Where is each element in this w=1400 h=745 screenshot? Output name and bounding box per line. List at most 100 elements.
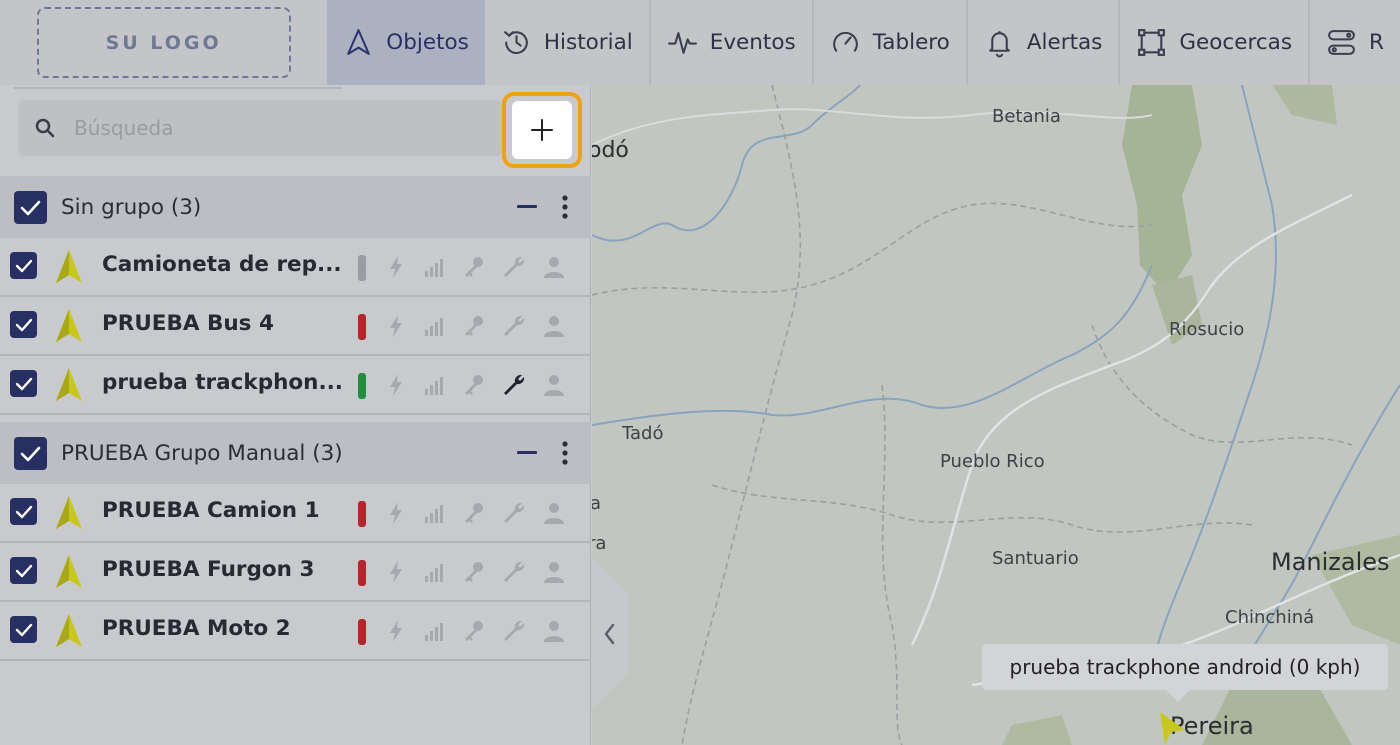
add-object-button[interactable]: [502, 92, 582, 168]
status-bar: [358, 314, 366, 340]
group-menu-icon[interactable]: [555, 439, 575, 467]
driver-icon: [544, 562, 564, 583]
tooltip-text: prueba trackphone android (0 kph): [1009, 655, 1361, 679]
logo-placeholder[interactable]: SU LOGO: [36, 7, 291, 78]
ignition-icon: [390, 561, 402, 583]
group-checkbox[interactable]: [14, 190, 47, 224]
vehicle-marker-icon[interactable]: [1157, 710, 1187, 745]
map-place-label: ra: [592, 533, 607, 554]
map-view[interactable]: odó Betania Riosucio Tadó Pueblo Rico Sa…: [592, 85, 1400, 745]
tab-alertas[interactable]: Alertas: [968, 0, 1121, 85]
map-place-label: Manizales: [1271, 548, 1390, 576]
object-name: PRUEBA Furgon 3: [102, 557, 315, 582]
status-bar: [358, 619, 366, 645]
key-icon: [465, 316, 483, 336]
object-checkbox[interactable]: [10, 616, 37, 643]
wrench-icon: [504, 502, 525, 523]
object-name: PRUEBA Moto 2: [102, 616, 291, 641]
object-checkbox[interactable]: [10, 370, 37, 397]
object-name: PRUEBA Camion 1: [102, 498, 320, 523]
group-menu-icon[interactable]: [555, 193, 575, 221]
object-checkbox[interactable]: [10, 311, 37, 338]
geofence-icon: [1138, 29, 1166, 56]
vehicle-marker-icon: [56, 368, 82, 401]
tab-eventos[interactable]: Eventos: [651, 0, 814, 85]
tab-historial[interactable]: Historial: [485, 0, 651, 85]
collapse-group-button[interactable]: [517, 205, 537, 208]
ignition-icon: [390, 620, 402, 642]
vehicle-marker-icon: [56, 614, 82, 647]
wrench-icon-active: [504, 374, 525, 395]
tab-label: R: [1369, 30, 1384, 55]
driver-icon: [544, 316, 564, 337]
group-header-prueba-grupo-manual[interactable]: PRUEBA Grupo Manual (3): [0, 422, 591, 484]
wrench-icon: [504, 256, 525, 277]
search-icon: [35, 118, 55, 138]
tab-objetos[interactable]: Objetos: [327, 0, 485, 85]
map-place-label: Tadó: [622, 423, 664, 444]
object-checkbox[interactable]: [10, 498, 37, 525]
object-row[interactable]: PRUEBA Bus 4: [0, 297, 591, 356]
object-row[interactable]: PRUEBA Moto 2: [0, 602, 591, 661]
top-navigation: SU LOGO Objetos Historial Eventos Tabler…: [0, 0, 1400, 85]
object-row[interactable]: PRUEBA Furgon 3: [0, 543, 591, 602]
tab-label: Eventos: [709, 30, 796, 55]
key-icon: [465, 562, 483, 582]
vehicle-marker-icon: [56, 496, 82, 529]
wrench-icon: [504, 315, 525, 336]
tab-geocercas[interactable]: Geocercas: [1120, 0, 1311, 85]
map-place-label: Pueblo Rico: [940, 451, 1045, 472]
tab-label: Objetos: [386, 30, 469, 55]
driver-icon: [544, 257, 564, 278]
key-icon: [465, 375, 483, 395]
tab-label: Alertas: [1026, 30, 1103, 55]
object-checkbox[interactable]: [10, 252, 37, 279]
search-input[interactable]: [74, 116, 474, 140]
history-icon: [503, 31, 528, 54]
key-icon: [465, 503, 483, 523]
logo-area: SU LOGO: [0, 0, 327, 85]
gauge-icon: [832, 31, 858, 52]
pulse-icon: [667, 32, 697, 54]
tab-rutas[interactable]: R: [1310, 0, 1400, 85]
object-row[interactable]: PRUEBA Camion 1: [0, 484, 591, 543]
object-name: PRUEBA Bus 4: [102, 311, 274, 336]
vehicle-marker-icon: [56, 309, 82, 342]
map-place-label: a: [592, 493, 602, 514]
signal-icon: [425, 505, 443, 523]
group-header-sin-grupo[interactable]: Sin grupo (3): [0, 176, 591, 238]
object-row[interactable]: Camioneta de rep...: [0, 238, 591, 297]
collapse-sidebar-handle[interactable]: [591, 557, 628, 710]
search-bar: [18, 100, 502, 156]
signal-icon: [425, 377, 443, 395]
objects-sidebar: Sin grupo (3) Camioneta de rep... PRUEBA…: [0, 85, 591, 745]
driver-icon: [544, 375, 564, 396]
wrench-icon: [504, 561, 525, 582]
divider: [14, 87, 342, 89]
map-place-label: Santuario: [992, 548, 1079, 569]
object-checkbox[interactable]: [10, 557, 37, 584]
add-button-face: [512, 101, 572, 159]
group-checkbox[interactable]: [14, 436, 47, 470]
ignition-icon: [390, 256, 402, 278]
tab-label: Historial: [543, 30, 633, 55]
group-name: Sin grupo (3): [61, 194, 202, 220]
map-place-label: Betania: [992, 106, 1061, 127]
tab-tablero[interactable]: Tablero: [814, 0, 968, 85]
object-row[interactable]: prueba trackphon...: [0, 356, 591, 415]
key-icon: [465, 257, 483, 277]
signal-icon: [425, 318, 443, 336]
tab-label: Geocercas: [1179, 30, 1293, 55]
collapse-group-button[interactable]: [517, 451, 537, 454]
navigation-arrow-icon: [347, 29, 371, 55]
tab-label: Tablero: [872, 30, 950, 55]
status-bar: [358, 373, 366, 399]
route-icon: [1328, 30, 1355, 55]
status-bar: [358, 560, 366, 586]
signal-icon: [425, 564, 443, 582]
driver-icon: [544, 621, 564, 642]
group-name: PRUEBA Grupo Manual (3): [61, 440, 343, 466]
status-bar: [358, 501, 366, 527]
map-place-label: Chinchiná: [1225, 607, 1315, 628]
ignition-icon: [390, 502, 402, 524]
